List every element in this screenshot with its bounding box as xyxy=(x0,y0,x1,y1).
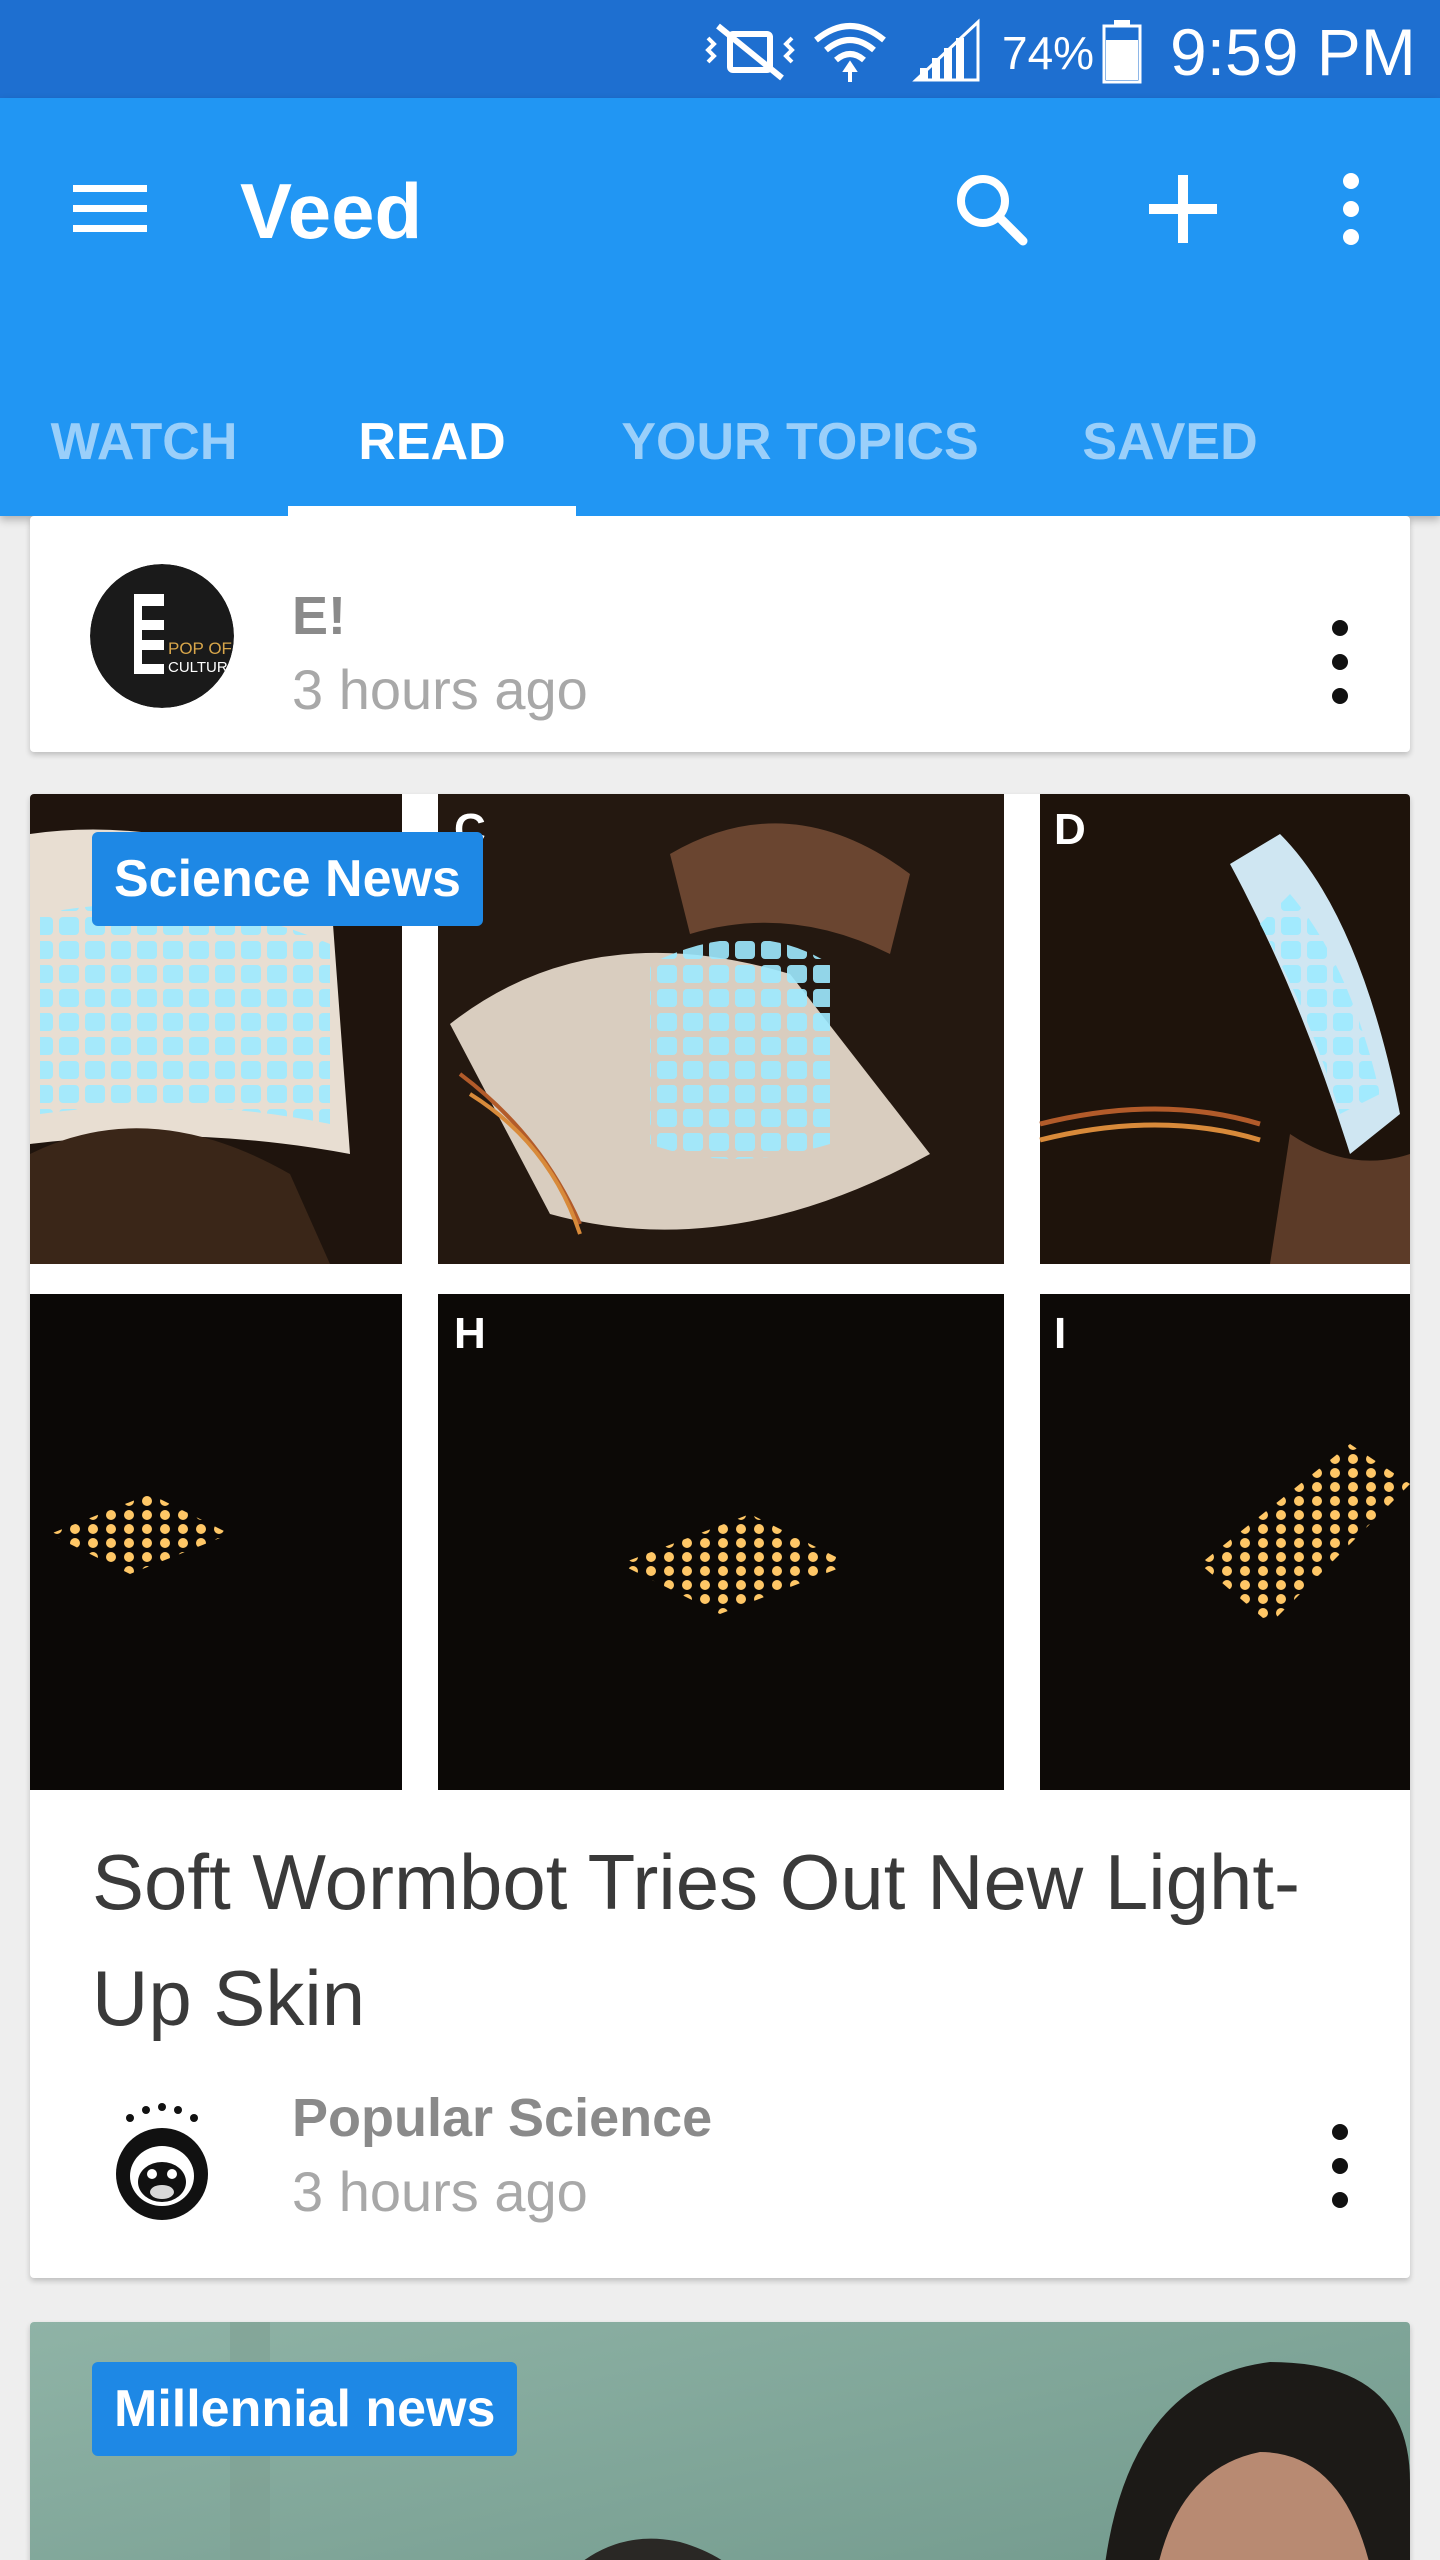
search-button[interactable] xyxy=(936,154,1046,264)
panel-label: D xyxy=(1054,805,1086,854)
app-bar: Veed WATCH READ YOUR TOPICS SAVED xyxy=(0,98,1440,516)
dot xyxy=(1332,688,1348,704)
card-more-button[interactable] xyxy=(1310,2116,1370,2216)
add-icon xyxy=(1149,175,1217,243)
tab-label: WATCH xyxy=(50,413,238,471)
menu-button[interactable] xyxy=(56,154,166,264)
panel-label: H xyxy=(454,1309,486,1358)
article-image[interactable]: C D H I Science News xyxy=(30,794,1410,1790)
article-card[interactable]: Millennial news xyxy=(30,2322,1410,2560)
topic-badge[interactable]: Science News xyxy=(92,832,483,926)
topic-badge[interactable]: Millennial news xyxy=(92,2362,518,2456)
status-bar: 74% 9:59 PM xyxy=(0,0,1440,98)
tab-watch[interactable]: WATCH xyxy=(0,368,288,516)
panel-label: I xyxy=(1054,1309,1066,1358)
feed[interactable]: POP OF CULTURE E! 3 hours ago C D H I Sc… xyxy=(0,516,1440,2560)
popular-science-logo xyxy=(92,2096,232,2236)
article-card[interactable]: POP OF CULTURE E! 3 hours ago xyxy=(30,516,1410,752)
app-title: Veed xyxy=(240,167,423,255)
dot xyxy=(1332,2124,1348,2140)
article-image[interactable]: Millennial news xyxy=(30,2322,1410,2560)
source-avatar[interactable] xyxy=(90,2094,234,2238)
battery-percentage: 74% xyxy=(1002,27,1095,79)
hero-image: C D H I xyxy=(30,794,1410,1790)
overflow-menu-button[interactable] xyxy=(1296,154,1406,264)
tab-your-topics[interactable]: YOUR TOPICS xyxy=(600,368,1000,516)
source-name[interactable]: E! xyxy=(292,584,346,648)
dot xyxy=(1332,654,1348,670)
source-avatar[interactable]: POP OF CULTURE xyxy=(90,564,234,708)
tab-label: READ xyxy=(358,413,506,471)
tab-label: SAVED xyxy=(1082,413,1258,471)
logo-text-1: POP OF xyxy=(168,639,232,658)
eonline-logo: POP OF CULTURE xyxy=(90,564,234,708)
source-row: POP OF CULTURE E! 3 hours ago xyxy=(30,544,1410,724)
timestamp: 3 hours ago xyxy=(292,2160,588,2223)
timestamp: 3 hours ago xyxy=(292,658,588,721)
signal-icon xyxy=(912,18,980,82)
logo-text-2: CULTURE xyxy=(168,659,234,676)
article-headline[interactable]: Soft Wormbot Tries Out New Light-Up Skin xyxy=(92,1824,1352,2056)
battery-icon xyxy=(1102,20,1142,84)
tab-label: YOUR TOPICS xyxy=(621,413,979,471)
status-time: 9:59 PM xyxy=(1170,15,1416,89)
article-card[interactable]: C D H I Science News Soft Wormbot Tries … xyxy=(30,794,1410,2278)
source-row: Popular Science 3 hours ago xyxy=(30,2084,1410,2264)
dot xyxy=(1332,2192,1348,2208)
menu-icon xyxy=(73,185,147,232)
mute-vibrate-icon xyxy=(705,23,795,81)
dot xyxy=(1332,620,1348,636)
search-icon xyxy=(957,175,1028,246)
dot xyxy=(1332,2158,1348,2174)
tab-indicator xyxy=(288,506,576,516)
card-more-button[interactable] xyxy=(1310,612,1370,712)
more-vert-icon xyxy=(1343,173,1359,245)
tab-read[interactable]: READ xyxy=(288,368,576,516)
tab-bar: WATCH READ YOUR TOPICS SAVED xyxy=(0,368,1440,516)
add-button[interactable] xyxy=(1128,154,1238,264)
tab-saved[interactable]: SAVED xyxy=(1040,368,1300,516)
wifi-icon xyxy=(814,23,886,82)
source-name[interactable]: Popular Science xyxy=(292,2086,712,2150)
